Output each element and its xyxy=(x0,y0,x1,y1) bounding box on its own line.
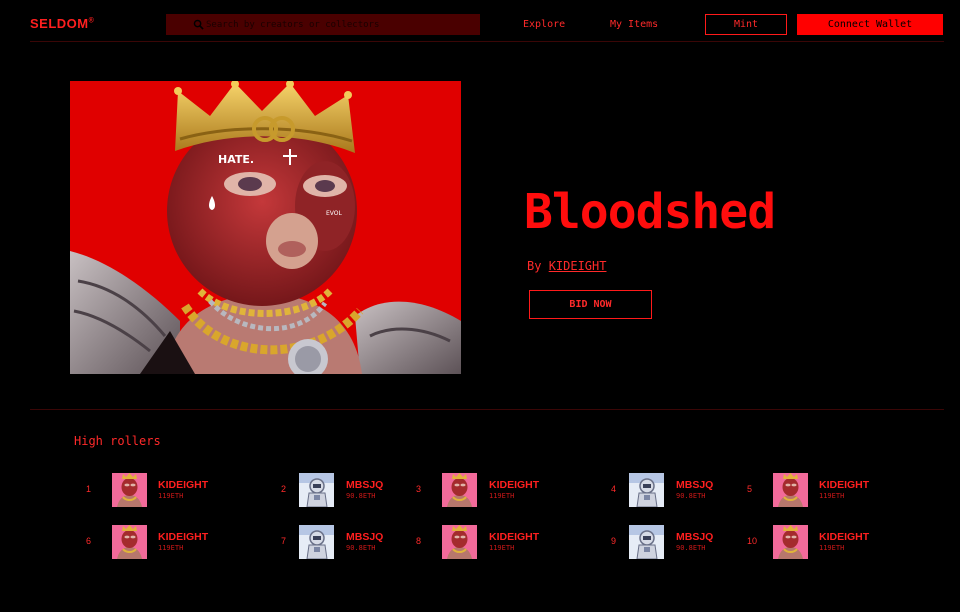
seldom-logo[interactable]: SELDOM® xyxy=(30,16,94,31)
kideight-avatar xyxy=(773,473,808,507)
roller-name: MBSJQ xyxy=(676,479,714,491)
roller-rank: 1 xyxy=(86,484,92,494)
roller-rank: 5 xyxy=(747,484,753,494)
kideight-avatar xyxy=(112,473,147,507)
byline-prefix: By xyxy=(527,259,549,273)
roller-name: KIDEIGHT xyxy=(158,479,209,491)
connect-wallet-button[interactable]: Connect Wallet xyxy=(797,14,943,35)
roller-amount: 119ETH xyxy=(489,492,515,500)
roller-amount: 90.8ETH xyxy=(676,544,706,552)
kideight-avatar xyxy=(442,525,477,559)
roller-rank: 10 xyxy=(747,536,758,546)
roller-amount: 119ETH xyxy=(819,492,845,500)
roller-rank: 9 xyxy=(611,536,617,546)
roller-amount: 119ETH xyxy=(819,544,845,552)
artwork-illustration: HATE. EVOL xyxy=(70,81,461,374)
high-roller-item[interactable]: 5 KIDEIGHT 119ETH xyxy=(0,473,869,507)
mbsjq-avatar xyxy=(629,473,664,507)
artwork-byline: By KIDEIGHT xyxy=(527,259,606,273)
svg-text:EVOL: EVOL xyxy=(326,210,343,217)
artwork-title: Bloodshed xyxy=(524,184,776,240)
roller-amount: 119ETH xyxy=(158,544,184,552)
roller-amount: 119ETH xyxy=(489,544,515,552)
roller-amount: 119ETH xyxy=(158,492,184,500)
section-divider xyxy=(30,409,944,410)
roller-rank: 4 xyxy=(611,484,617,494)
mint-button[interactable]: Mint xyxy=(705,14,787,35)
mbsjq-avatar xyxy=(299,473,334,507)
search-icon xyxy=(193,19,204,30)
roller-rank: 7 xyxy=(281,536,287,546)
roller-rank: 8 xyxy=(416,536,422,546)
logo-text: SELDOM xyxy=(30,16,89,31)
roller-name: KIDEIGHT xyxy=(819,479,870,491)
roller-amount: 90.8ETH xyxy=(346,492,376,500)
roller-name: KIDEIGHT xyxy=(158,531,209,543)
bid-now-button[interactable]: BID NOW xyxy=(529,290,652,319)
roller-rank: 6 xyxy=(86,536,92,546)
kideight-avatar xyxy=(442,473,477,507)
search-bar[interactable] xyxy=(166,14,480,35)
search-input[interactable] xyxy=(192,19,480,30)
high-roller-item[interactable]: 10 KIDEIGHT 119ETH xyxy=(0,525,869,559)
registered-mark: ® xyxy=(88,17,95,25)
nav-my-items-link[interactable]: My Items xyxy=(610,19,658,30)
roller-name: KIDEIGHT xyxy=(489,479,540,491)
roller-amount: 90.8ETH xyxy=(676,492,706,500)
mbsjq-avatar xyxy=(629,525,664,559)
featured-artwork[interactable]: HATE. EVOL xyxy=(70,81,461,374)
kideight-avatar xyxy=(773,525,808,559)
roller-rank: 3 xyxy=(416,484,422,494)
header-divider xyxy=(30,41,944,42)
nav-explore-link[interactable]: Explore xyxy=(523,19,565,30)
creator-link[interactable]: KIDEIGHT xyxy=(549,259,607,273)
roller-amount: 90.8ETH xyxy=(346,544,376,552)
roller-name: MBSJQ xyxy=(676,531,714,543)
roller-name: MBSJQ xyxy=(346,479,384,491)
mbsjq-avatar xyxy=(299,525,334,559)
roller-rank: 2 xyxy=(281,484,287,494)
roller-name: KIDEIGHT xyxy=(489,531,540,543)
kideight-avatar xyxy=(112,525,147,559)
svg-text:HATE.: HATE. xyxy=(218,153,254,166)
roller-name: KIDEIGHT xyxy=(819,531,870,543)
roller-name: MBSJQ xyxy=(346,531,384,543)
high-rollers-heading: High rollers xyxy=(74,434,161,448)
